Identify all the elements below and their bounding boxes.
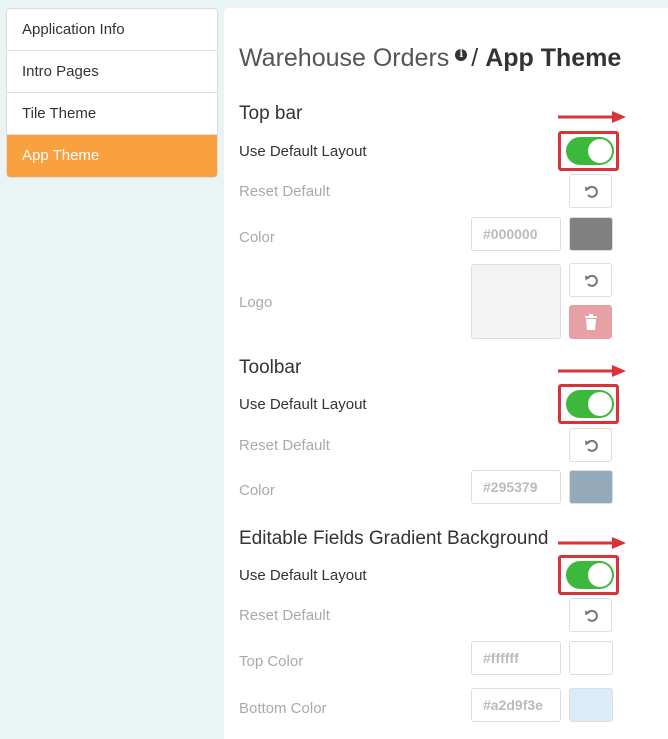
info-icon[interactable]: i — [455, 48, 468, 61]
section-title-gradient: Editable Fields Gradient Background — [239, 528, 549, 549]
toolbar-color-input[interactable]: #295379 — [471, 470, 561, 504]
annotation-arrow-gradient — [558, 537, 626, 549]
section-title-top-bar: Top bar — [239, 103, 303, 124]
top-bar-logo-delete-button[interactable] — [569, 305, 612, 339]
toggle-knob — [588, 392, 612, 416]
top-bar-color-swatch[interactable] — [569, 217, 613, 251]
gradient-top-color-label: Top Color — [239, 653, 304, 670]
gradient-reset-label: Reset Default — [239, 607, 330, 624]
undo-icon — [584, 609, 598, 622]
sidebar: Application Info Intro Pages Tile Theme … — [6, 8, 218, 178]
toolbar-color-swatch[interactable] — [569, 470, 613, 504]
top-bar-use-default-toggle[interactable] — [566, 137, 614, 165]
top-bar-reset-button[interactable] — [569, 174, 612, 208]
trash-icon — [584, 314, 597, 330]
annotation-arrow-toolbar — [558, 365, 626, 377]
top-bar-color-label: Color — [239, 229, 275, 246]
sidebar-item-app-theme[interactable]: App Theme — [7, 135, 217, 177]
undo-icon — [584, 185, 598, 198]
gradient-bottom-color-swatch[interactable] — [569, 688, 613, 722]
top-bar-logo-label: Logo — [239, 294, 273, 311]
gradient-bottom-color-label: Bottom Color — [239, 700, 327, 717]
toggle-knob — [588, 139, 612, 163]
annotation-arrow-top-bar — [558, 111, 626, 123]
toolbar-use-default-label: Use Default Layout — [239, 396, 367, 413]
section-title-toolbar: Toolbar — [239, 357, 302, 378]
page-title: App Theme — [485, 44, 622, 72]
toggle-knob — [588, 563, 612, 587]
undo-icon — [584, 274, 598, 287]
toolbar-reset-button[interactable] — [569, 428, 612, 462]
gradient-use-default-label: Use Default Layout — [239, 567, 367, 584]
gradient-reset-button[interactable] — [569, 598, 612, 632]
top-bar-logo-preview[interactable] — [471, 264, 561, 339]
breadcrumb-separator: / — [471, 44, 479, 72]
top-bar-logo-reset-button[interactable] — [569, 263, 612, 297]
toolbar-color-label: Color — [239, 482, 275, 499]
sidebar-item-intro-pages[interactable]: Intro Pages — [7, 51, 217, 93]
top-bar-use-default-label: Use Default Layout — [239, 143, 367, 160]
gradient-bottom-color-input[interactable]: #a2d9f3e — [471, 688, 561, 722]
top-bar-reset-label: Reset Default — [239, 183, 330, 200]
toolbar-use-default-toggle[interactable] — [566, 390, 614, 418]
gradient-top-color-input[interactable]: #ffffff — [471, 641, 561, 675]
toolbar-reset-label: Reset Default — [239, 437, 330, 454]
breadcrumb: Warehouse Orders i / App Theme — [239, 44, 621, 73]
undo-icon — [584, 439, 598, 452]
main-panel: Warehouse Orders i / App Theme Top bar Use… — [224, 8, 668, 739]
gradient-use-default-toggle[interactable] — [566, 561, 614, 589]
sidebar-item-tile-theme[interactable]: Tile Theme — [7, 93, 217, 135]
sidebar-item-application-info[interactable]: Application Info — [7, 9, 217, 51]
gradient-top-color-swatch[interactable] — [569, 641, 613, 675]
breadcrumb-app-name[interactable]: Warehouse Orders — [239, 44, 449, 72]
top-bar-color-input[interactable]: #000000 — [471, 217, 561, 251]
